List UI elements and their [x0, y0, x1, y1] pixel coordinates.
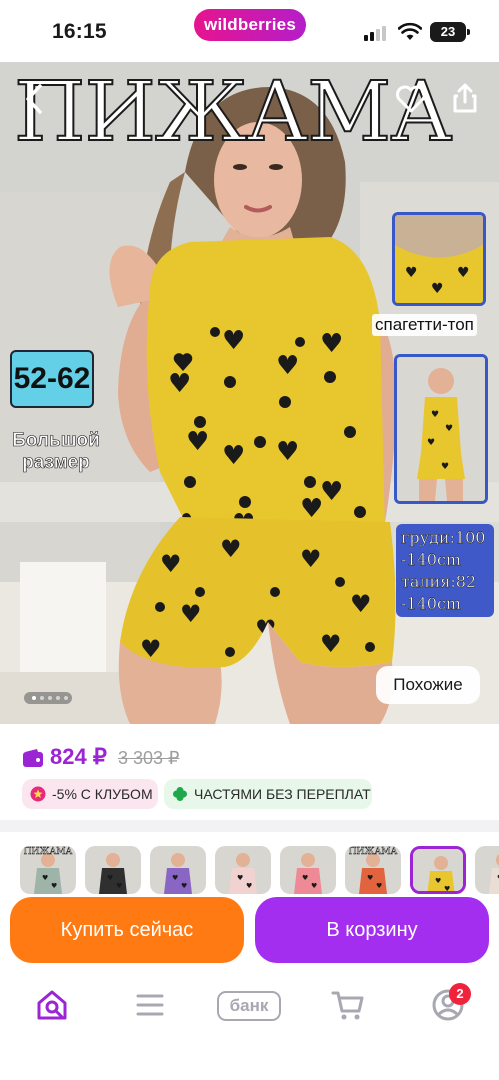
current-price: 824 ₽: [50, 744, 107, 769]
color-thumbnail[interactable]: ♥ ♥ ПИЖАМА: [345, 846, 401, 894]
thumbnail-label: ПИЖАМА: [348, 847, 398, 857]
color-thumbnail[interactable]: ♥♥: [215, 846, 271, 894]
thumbnail-label: ПИЖАМА: [23, 847, 73, 857]
svg-text:♥: ♥: [300, 545, 322, 573]
svg-text:♥: ♥: [457, 265, 470, 281]
svg-text:♥: ♥: [181, 882, 187, 890]
svg-text:♥: ♥: [435, 877, 441, 885]
wallet-icon: [23, 749, 43, 767]
clover-icon: [173, 787, 187, 801]
battery-icon: 23: [430, 22, 470, 42]
club-discount-chip[interactable]: -5% С КЛУБОМ: [22, 779, 158, 809]
home-search-icon: [37, 990, 67, 1020]
add-to-cart-button[interactable]: В корзину: [255, 897, 489, 963]
catalog-icon: [136, 994, 164, 1016]
product-gallery[interactable]: ♥♥♥ ♥♥♥ ♥♥♥♥ ♥♥ ♥♥♥♥ ♥♥♥♥ ПИЖАМА: [0, 62, 499, 724]
gallery-pagination: [24, 692, 72, 704]
strap-detail-image: ♥ ♥ ♥: [392, 212, 486, 306]
color-variants: ♥♥ПИЖАМА♥♥♥♥♥♥♥♥♥♥ПИЖАМА♥♥♥♥: [20, 846, 499, 894]
svg-text:♥: ♥: [220, 535, 242, 563]
wifi-icon: [398, 22, 422, 40]
svg-text:♥: ♥: [116, 882, 122, 890]
old-price: 3 303 ₽: [118, 748, 180, 768]
similar-button[interactable]: Похожие: [376, 666, 480, 704]
svg-text:♥: ♥: [320, 477, 343, 507]
favorite-heart-icon[interactable]: [395, 84, 427, 114]
svg-text:♥: ♥: [320, 329, 343, 359]
svg-text:♥: ♥: [441, 462, 449, 472]
svg-text:♥: ♥: [445, 424, 453, 434]
svg-text:♥: ♥: [276, 437, 299, 467]
club-icon: [30, 786, 46, 802]
svg-text:♥: ♥: [311, 882, 317, 890]
measurements-box: груди:100 -140cm талия:82 -140cm: [396, 524, 494, 617]
svg-text:♥: ♥: [300, 494, 323, 524]
full-outfit-image: ♥ ♥ ♥ ♥: [394, 354, 488, 504]
waist-measurement: талия:82 -140cm: [401, 572, 477, 613]
color-thumbnail[interactable]: ♥♥: [475, 846, 499, 894]
status-time: 16:15: [52, 20, 107, 43]
installments-chip[interactable]: ЧАСТЯМИ БЕЗ ПЕРЕПЛАТ: [164, 779, 372, 809]
svg-text:♥: ♥: [431, 410, 439, 420]
svg-text:♥: ♥: [172, 874, 178, 882]
svg-text:♥: ♥: [367, 874, 373, 882]
cellular-signal-icon: [364, 25, 390, 41]
bust-measurement: груди:100 -140cm: [401, 528, 486, 569]
size-caption: Большой размер: [12, 430, 100, 474]
status-bar: 16:15 wildberries 23: [0, 0, 499, 62]
product-screen: 16:15 wildberries 23 ♥ ♥ ♥ ♥ ♥ ♥ ♥ ♥ ♥ ♥…: [0, 0, 499, 1080]
svg-text:♥: ♥: [237, 874, 243, 882]
cart-icon: [331, 991, 364, 1020]
section-divider: [0, 820, 499, 832]
svg-text:♥: ♥: [444, 885, 450, 893]
buy-now-button[interactable]: Купить сейчас: [10, 897, 244, 963]
color-thumbnail[interactable]: ♥♥: [410, 846, 466, 894]
svg-text:♥: ♥: [42, 874, 48, 882]
color-thumbnail[interactable]: ♥♥: [280, 846, 336, 894]
svg-text:♥: ♥: [320, 630, 342, 658]
share-icon[interactable]: [452, 82, 478, 114]
tab-catalog[interactable]: [130, 985, 170, 1025]
tab-cart[interactable]: [328, 985, 368, 1025]
svg-text:♥: ♥: [180, 600, 202, 628]
svg-text:♥: ♥: [302, 874, 308, 882]
profile-notification-badge: 2: [449, 983, 471, 1005]
brand-pill[interactable]: wildberries: [194, 9, 306, 41]
svg-text:♥: ♥: [51, 882, 57, 890]
svg-text:♥: ♥: [431, 281, 444, 297]
svg-text:♥: ♥: [350, 590, 372, 618]
svg-text:♥: ♥: [376, 882, 382, 890]
svg-text:♥: ♥: [405, 265, 418, 281]
tab-bank[interactable]: банк: [217, 991, 281, 1021]
svg-text:♥: ♥: [222, 326, 245, 356]
tab-home[interactable]: [32, 985, 72, 1025]
color-thumbnail[interactable]: ♥♥: [150, 846, 206, 894]
back-arrow-icon[interactable]: [22, 82, 46, 116]
svg-text:♥: ♥: [427, 438, 435, 448]
color-thumbnail[interactable]: ♥ ♥ ПИЖАМА: [20, 846, 76, 894]
svg-text:♥: ♥: [246, 882, 252, 890]
bottom-tab-bar: банк 2: [0, 975, 499, 1080]
svg-text:♥: ♥: [107, 874, 113, 882]
svg-text:♥: ♥: [276, 351, 299, 381]
size-range-badge: 52-62: [10, 350, 94, 408]
installments-label: ЧАСТЯМИ БЕЗ ПЕРЕПЛАТ: [194, 786, 371, 802]
detail-caption: спагетти-топ: [372, 314, 477, 336]
svg-text:♥: ♥: [160, 550, 182, 578]
svg-text:♥: ♥: [186, 427, 209, 457]
color-thumbnail[interactable]: ♥♥: [85, 846, 141, 894]
svg-text:♥: ♥: [222, 441, 245, 471]
svg-text:♥: ♥: [168, 369, 191, 399]
club-discount-label: -5% С КЛУБОМ: [52, 786, 153, 802]
